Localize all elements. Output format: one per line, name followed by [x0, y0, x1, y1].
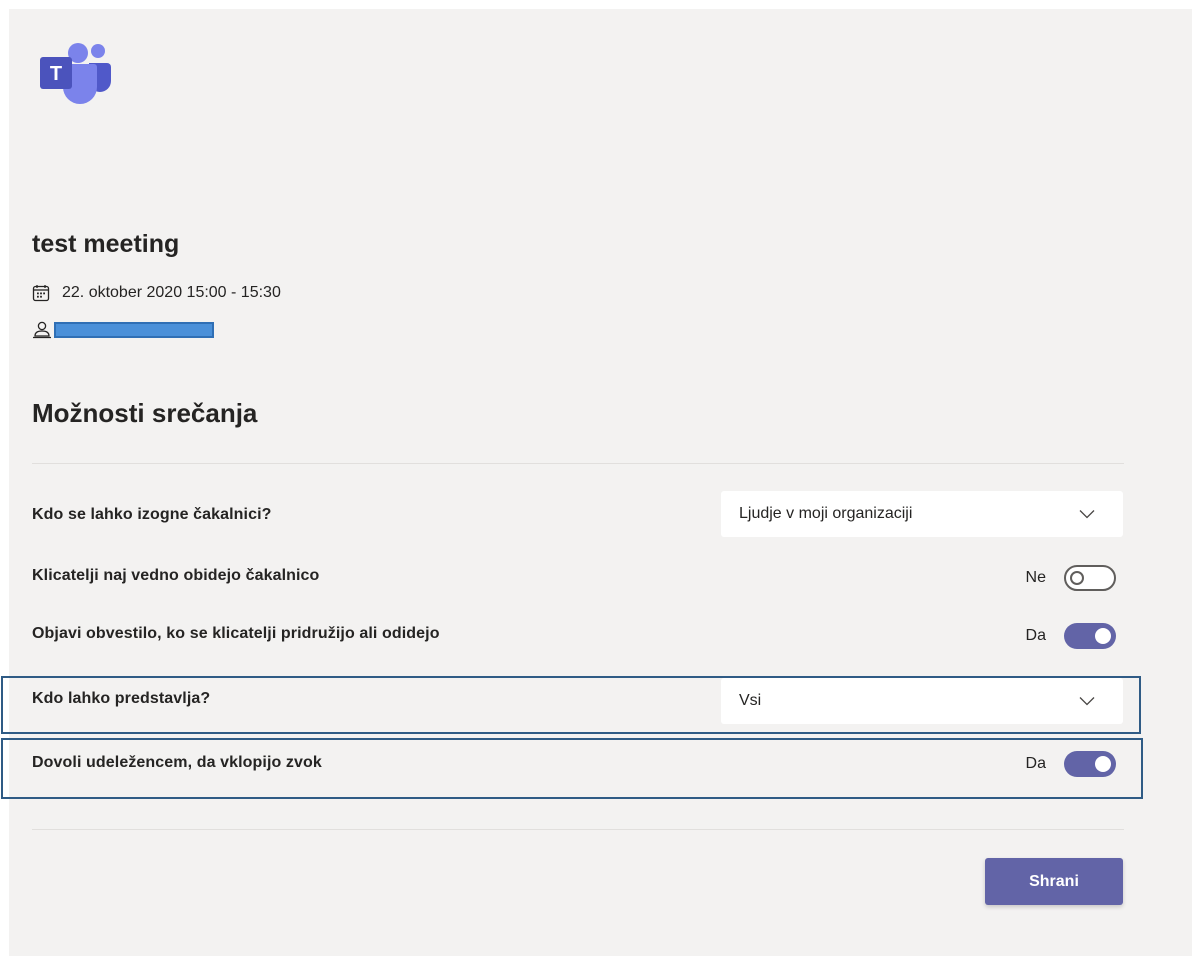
- callers-bypass-label: Klicatelji naj vedno obidejo čakalnico: [32, 567, 320, 584]
- chevron-down-icon: [1079, 510, 1095, 519]
- lobby-bypass-dropdown[interactable]: Ljudje v moji organizaciji: [721, 491, 1123, 537]
- unmute-toggle-group: Da: [1026, 750, 1116, 778]
- announce-toggle[interactable]: [1064, 623, 1116, 649]
- organizer-name-redacted: [54, 322, 214, 338]
- presenters-label: Kdo lahko predstavlja?: [32, 690, 211, 707]
- lobby-bypass-value: Ljudje v moji organizaciji: [739, 505, 913, 522]
- announce-state: Da: [1025, 627, 1046, 644]
- unmute-label: Dovoli udeležencem, da vklopijo zvok: [32, 754, 322, 771]
- presenters-value: Vsi: [739, 692, 762, 709]
- lobby-bypass-label: Kdo se lahko izogne čakalnici?: [32, 506, 272, 523]
- meeting-options-panel: [9, 9, 1192, 956]
- toggle-knob: [1095, 628, 1111, 644]
- bottom-divider: [32, 829, 1124, 830]
- chevron-down-icon: [1079, 697, 1095, 706]
- organizer-row: [32, 320, 214, 340]
- callers-bypass-state: Ne: [1025, 569, 1046, 586]
- meeting-options-heading: Možnosti srečanja: [32, 398, 258, 428]
- meeting-datetime-row: 22. oktober 2020 15:00 - 15:30: [32, 283, 281, 303]
- logo-letter: T: [50, 63, 62, 85]
- teams-logo-icon: T: [34, 42, 114, 108]
- callers-bypass-toggle-group: Ne: [1026, 564, 1116, 592]
- callers-bypass-toggle[interactable]: [1064, 565, 1116, 591]
- meeting-datetime: 22. oktober 2020 15:00 - 15:30: [62, 284, 281, 301]
- person-icon: [33, 321, 51, 339]
- save-button[interactable]: Shrani: [985, 858, 1123, 905]
- unmute-state: Da: [1025, 755, 1046, 772]
- top-divider: [32, 463, 1124, 464]
- calendar-icon: [32, 285, 50, 302]
- toggle-knob: [1070, 571, 1084, 585]
- meeting-title: test meeting: [32, 230, 180, 258]
- announce-toggle-group: Da: [1026, 622, 1116, 650]
- toggle-knob: [1095, 756, 1111, 772]
- presenters-dropdown[interactable]: Vsi: [721, 678, 1123, 724]
- announce-label: Objavi obvestilo, ko se klicatelji pridr…: [32, 625, 440, 642]
- unmute-toggle[interactable]: [1064, 751, 1116, 777]
